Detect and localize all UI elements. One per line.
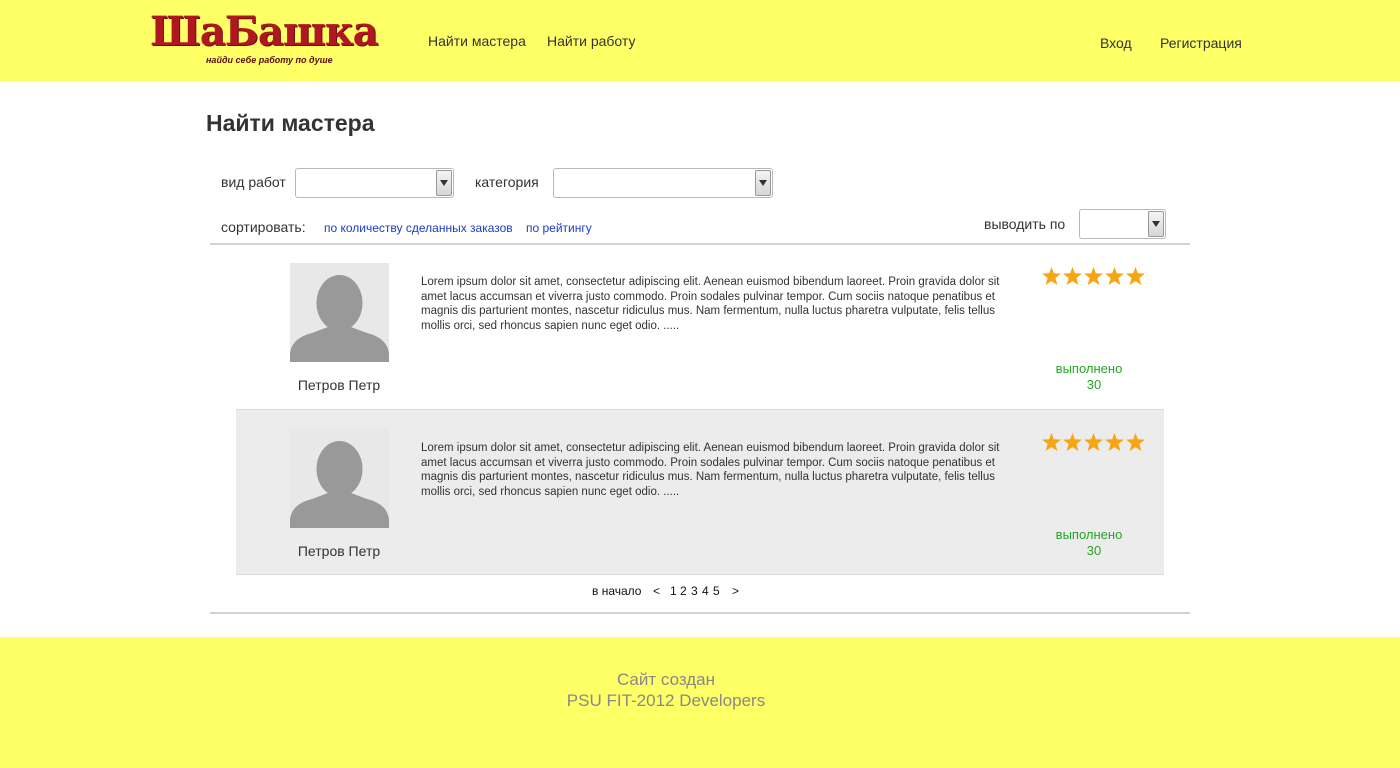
category-select[interactable]	[553, 168, 773, 198]
login-link[interactable]: Вход	[1100, 35, 1132, 51]
register-link[interactable]: Регистрация	[1160, 35, 1242, 51]
orders-done-count: 30	[1086, 543, 1102, 558]
chevron-down-icon	[436, 170, 452, 196]
user-silhouette-icon	[290, 263, 389, 362]
site-footer: Сайт создан PSU FIT-2012 Developers	[0, 637, 1400, 768]
master-name[interactable]: Петров Петр	[276, 377, 402, 393]
avatar[interactable]	[290, 429, 389, 528]
rating-stars	[1042, 267, 1145, 285]
star-icon	[1084, 267, 1103, 285]
orders-done: выполнено 30	[1036, 361, 1142, 393]
sort-label: сортировать:	[221, 219, 306, 235]
pager-page-3[interactable]: 3	[691, 584, 698, 598]
page-title: Найти мастера	[206, 110, 375, 136]
pager-page-1[interactable]: 1	[670, 584, 677, 598]
divider	[210, 612, 1190, 614]
footer-line-1: Сайт создан	[616, 670, 716, 689]
master-description: Lorem ipsum dolor sit amet, consectetur …	[421, 276, 1000, 332]
sort-by-rating-link[interactable]: по рейтингу	[526, 221, 592, 235]
pager-prev[interactable]: <	[653, 584, 660, 598]
master-description: Lorem ipsum dolor sit amet, consectetur …	[421, 442, 1000, 498]
avatar[interactable]	[290, 263, 389, 362]
pager-page-2[interactable]: 2	[680, 584, 687, 598]
star-icon	[1126, 433, 1145, 451]
work-type-label: вид работ	[221, 174, 286, 190]
orders-done-label: выполнено	[1055, 527, 1123, 542]
work-type-select[interactable]	[295, 168, 454, 198]
master-card: Петров Петр Lorem ipsum dolor sit amet, …	[236, 247, 1164, 413]
pager-page-5[interactable]: 5	[713, 584, 720, 598]
star-icon	[1084, 433, 1103, 451]
logo-tagline: найди себе работу по душе	[206, 55, 333, 65]
logo-title: ШаБашка	[150, 8, 379, 55]
pager-next[interactable]: >	[732, 584, 739, 598]
star-icon	[1042, 433, 1061, 451]
star-icon	[1063, 433, 1082, 451]
chevron-down-icon	[755, 170, 771, 196]
user-silhouette-icon	[290, 429, 389, 528]
sort-by-orders-link[interactable]: по количеству сделанных заказов	[324, 221, 513, 235]
chevron-down-icon	[1148, 211, 1164, 237]
star-icon	[1105, 267, 1124, 285]
star-icon	[1063, 267, 1082, 285]
per-page-label: выводить по	[984, 216, 1066, 232]
nav-find-master[interactable]: Найти мастера	[428, 33, 526, 49]
master-card: Петров Петр Lorem ipsum dolor sit amet, …	[236, 409, 1164, 575]
site-header: ШаБашка найди себе работу по душе Найти …	[0, 0, 1400, 81]
rating-stars	[1042, 433, 1145, 451]
nav-find-work[interactable]: Найти работу	[547, 33, 635, 49]
orders-done: выполнено 30	[1036, 527, 1142, 559]
star-icon	[1126, 267, 1145, 285]
orders-done-count: 30	[1086, 377, 1102, 392]
footer-line-2: PSU FIT-2012 Developers	[566, 691, 766, 710]
site-logo[interactable]: ШаБашка найди себе работу по душе	[150, 8, 379, 70]
pager-first[interactable]: в начало	[592, 584, 641, 598]
star-icon	[1105, 433, 1124, 451]
star-icon	[1042, 267, 1061, 285]
category-label: категория	[475, 174, 539, 190]
per-page-select[interactable]	[1079, 209, 1166, 239]
orders-done-label: выполнено	[1055, 361, 1123, 376]
divider	[210, 243, 1190, 245]
master-name[interactable]: Петров Петр	[276, 543, 402, 559]
pager-page-4[interactable]: 4	[702, 584, 709, 598]
